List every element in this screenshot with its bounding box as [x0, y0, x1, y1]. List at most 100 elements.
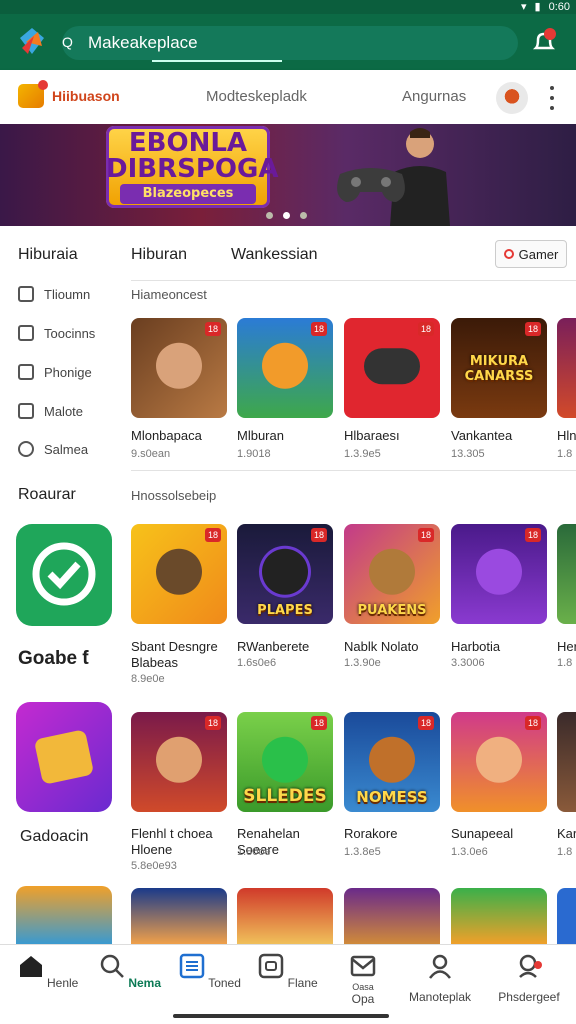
game-card[interactable]: 18: [451, 712, 547, 812]
game-card[interactable]: 18: [451, 524, 547, 624]
gamer-button-label: Gamer: [518, 246, 559, 262]
age-badge: 18: [418, 528, 434, 542]
hero-banner[interactable]: EBONLA DIBRSPOGA Blazeopeces: [0, 124, 576, 226]
banner-line1: EBONLA: [128, 128, 248, 158]
nav-item-toned[interactable]: Toned: [169, 953, 251, 990]
nav-item-flane[interactable]: Flane: [247, 953, 329, 990]
game-card[interactable]: [237, 888, 333, 944]
game-card[interactable]: 18: [131, 524, 227, 624]
list-icon: [18, 325, 34, 341]
status-time: 0:60: [548, 0, 570, 13]
tab-wankessian[interactable]: Wankessian: [231, 246, 318, 264]
game-card[interactable]: 18: [131, 712, 227, 812]
age-badge: 18: [525, 716, 541, 730]
game-card[interactable]: PUAKENS 18: [344, 524, 440, 624]
bottom-navigation: Henle Nema Toned Flane Oasa Opa Manotepl…: [0, 944, 576, 1024]
game-name[interactable]: Sunapeeal: [451, 826, 513, 842]
game-card[interactable]: [344, 888, 440, 944]
featured-app-icon[interactable]: [16, 702, 112, 812]
game-name[interactable]: Vankantea: [451, 428, 512, 444]
game-name[interactable]: Her: [557, 639, 576, 655]
nav-sublabel: Oasa: [352, 982, 374, 992]
sidebar-item-2[interactable]: Toocinns: [18, 325, 95, 341]
game-meta: 1.3.0e6: [451, 846, 488, 858]
sidebar-item-3[interactable]: Phonige: [18, 364, 92, 380]
app-logo-icon[interactable]: [14, 24, 50, 60]
game-name[interactable]: Hln: [557, 428, 576, 444]
game-art: [262, 342, 308, 389]
carousel-dots[interactable]: [266, 212, 307, 219]
brand-label: Hiibuason: [52, 88, 120, 104]
game-card[interactable]: [131, 888, 227, 944]
avatar[interactable]: [496, 82, 528, 114]
search-input[interactable]: Q Makeakeplace: [62, 26, 518, 62]
game-card[interactable]: PLAPES 18: [237, 524, 333, 624]
nav-label: Nema: [128, 976, 162, 990]
game-name[interactable]: Nablk Nolato: [344, 639, 418, 655]
age-badge: 18: [418, 716, 434, 730]
header-link-account[interactable]: Angurnas: [402, 88, 466, 105]
game-card[interactable]: [451, 888, 547, 944]
divider: [131, 470, 576, 471]
featured-app-icon[interactable]: [16, 524, 112, 626]
age-badge: 18: [418, 322, 434, 336]
brand[interactable]: Hiibuason: [18, 80, 120, 108]
game-name[interactable]: Harbotia: [451, 639, 500, 655]
banner-line2: DIBRSPOGA: [106, 154, 279, 184]
header-link-marketplace[interactable]: Modteskepladk: [206, 88, 307, 105]
age-badge: 18: [205, 528, 221, 542]
user-badge-icon: [519, 954, 542, 978]
sidebar-item-5[interactable]: Salmea: [18, 441, 88, 457]
game-meta: 8.9e0e: [131, 673, 165, 685]
game-name[interactable]: Hlbaraesı: [344, 428, 400, 444]
game-meta: 1.8: [557, 657, 573, 669]
wifi-icon: ▾: [520, 1, 527, 13]
game-card[interactable]: [557, 524, 576, 624]
notification-bell-icon[interactable]: [530, 28, 558, 56]
game-art: [476, 736, 522, 783]
game-name[interactable]: Rorakore: [344, 826, 397, 842]
game-card[interactable]: MIKURA CANARSS 18: [451, 318, 547, 418]
document-icon: [179, 953, 205, 979]
tab-hiburan[interactable]: Hiburan: [131, 246, 187, 264]
gamer-button[interactable]: Gamer: [495, 240, 567, 268]
gamepad-art: [364, 348, 420, 385]
game-name[interactable]: Sbant Desngre Blabeas: [131, 639, 218, 671]
game-card[interactable]: 18: [237, 318, 333, 418]
more-options-icon[interactable]: [546, 86, 558, 110]
game-art: [156, 736, 202, 783]
game-card[interactable]: [557, 888, 576, 944]
game-card[interactable]: 18: [344, 318, 440, 418]
game-card[interactable]: [16, 886, 112, 944]
game-name[interactable]: Kar: [557, 826, 576, 842]
game-card[interactable]: [557, 318, 576, 418]
sidebar-item-1[interactable]: Tlioumn: [18, 286, 90, 302]
game-name[interactable]: Mlburan: [237, 428, 284, 444]
nav-item-home[interactable]: Henle: [7, 953, 89, 990]
nav-label: Opa: [351, 992, 375, 1006]
game-art: [156, 342, 202, 389]
age-badge: 18: [311, 716, 327, 730]
nav-item-nema[interactable]: Nema: [89, 953, 171, 990]
game-meta: 1.3.8e5: [344, 846, 381, 858]
game-card[interactable]: SLLEDES 18: [237, 712, 333, 812]
game-card[interactable]: NOMESS 18: [344, 712, 440, 812]
game-name[interactable]: RWanberete: [237, 639, 309, 655]
age-badge: 18: [311, 528, 327, 542]
row1-subhead: Hiameoncest: [131, 287, 207, 302]
nav-item-profile[interactable]: Manoteplak: [399, 953, 481, 1004]
game-meta: 3.3006: [451, 657, 485, 669]
row2-subhead: Hnossolsebeip: [131, 488, 217, 503]
phone-icon: [18, 364, 34, 380]
sidebar-item-4[interactable]: Malote: [18, 403, 83, 419]
game-card[interactable]: [557, 712, 576, 812]
nav-item-settings[interactable]: Phsdergeef: [488, 953, 570, 1004]
search-icon: [100, 954, 124, 978]
nav-label: Manoteplak: [408, 990, 472, 1004]
banner-line3: Blazeopeces: [120, 184, 256, 204]
game-name[interactable]: Mlonbapaca: [131, 428, 202, 444]
game-name[interactable]: Flenhl t choea Hloene: [131, 826, 213, 858]
status-bar: ▾ ▮ 0:60: [0, 0, 576, 14]
nav-item-opa[interactable]: Oasa Opa: [322, 953, 404, 1006]
game-card[interactable]: 18: [131, 318, 227, 418]
